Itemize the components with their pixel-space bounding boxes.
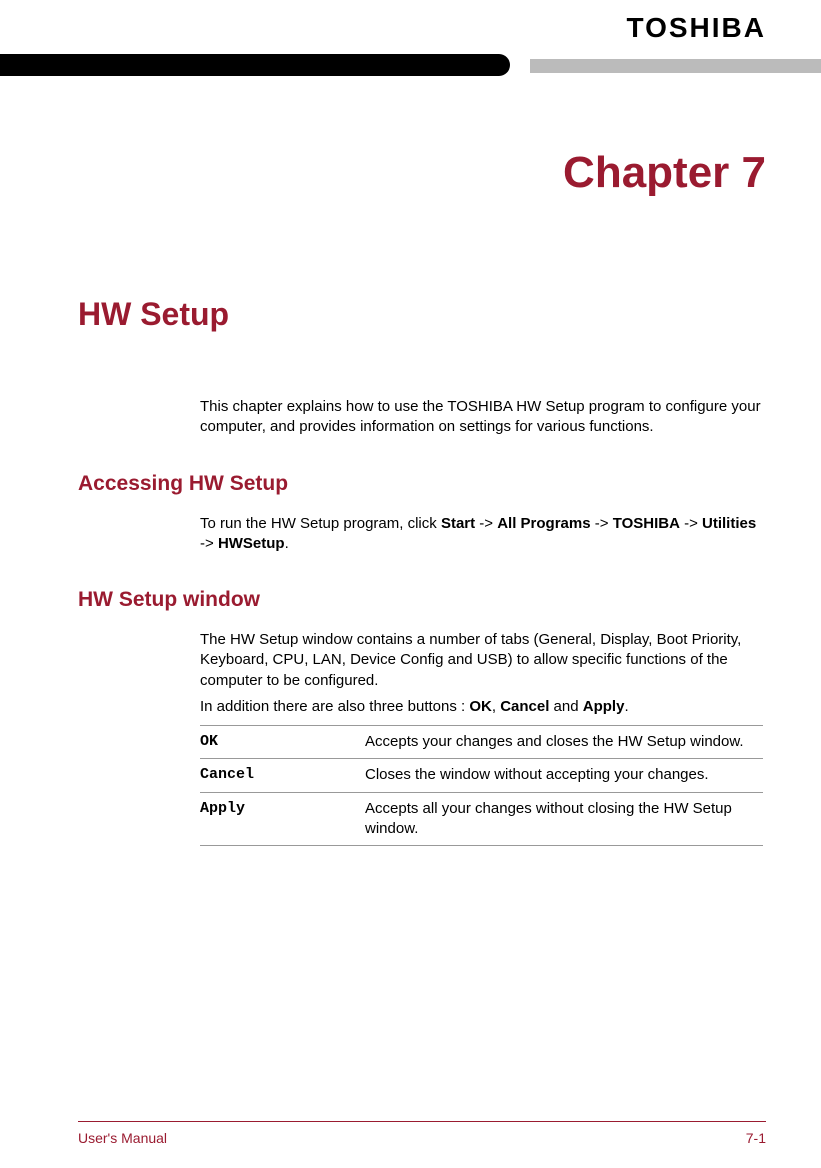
arrow-sep: ->	[680, 515, 702, 532]
section-heading-window: HW Setup window	[78, 588, 821, 612]
period: .	[285, 535, 289, 552]
button-description-table: OK Accepts your changes and closes the H…	[200, 725, 763, 846]
text-fragment: .	[624, 698, 628, 715]
nav-hwsetup: HWSetup	[218, 535, 285, 552]
page-header: TOSHIBA	[0, 0, 821, 90]
button-name-cancel: Cancel	[500, 698, 549, 715]
window-paragraph-2: In addition there are also three buttons…	[200, 697, 763, 717]
chapter-title: Chapter 7	[0, 148, 821, 198]
button-label: Cancel	[200, 759, 365, 792]
text-fragment: and	[549, 698, 582, 715]
nav-all-programs: All Programs	[497, 515, 590, 532]
intro-content: This chapter explains how to use the TOS…	[200, 397, 763, 438]
nav-start: Start	[441, 515, 475, 532]
brand-logo: TOSHIBA	[627, 12, 767, 44]
button-description: Accepts your changes and closes the HW S…	[365, 726, 763, 759]
button-description: Accepts all your changes without closing…	[365, 792, 763, 846]
accessing-content: To run the HW Setup program, click Start…	[200, 514, 763, 555]
table-row: Cancel Closes the window without accepti…	[200, 759, 763, 792]
text-fragment: In addition there are also three buttons…	[200, 698, 469, 715]
intro-paragraph: This chapter explains how to use the TOS…	[200, 397, 763, 438]
button-label: Apply	[200, 792, 365, 846]
window-paragraph-1: The HW Setup window contains a number of…	[200, 630, 763, 691]
arrow-sep: ->	[475, 515, 497, 532]
button-label: OK	[200, 726, 365, 759]
window-content: The HW Setup window contains a number of…	[200, 630, 763, 846]
section-heading-accessing: Accessing HW Setup	[78, 472, 821, 496]
footer-left: User's Manual	[78, 1130, 167, 1146]
footer-right: 7-1	[746, 1130, 766, 1146]
footer-rule	[78, 1121, 766, 1122]
button-name-ok: OK	[469, 698, 492, 715]
header-bar-black	[0, 54, 510, 76]
arrow-sep: ->	[591, 515, 613, 532]
page-title: HW Setup	[78, 296, 821, 333]
header-bar-gray	[530, 59, 821, 73]
table-row: Apply Accepts all your changes without c…	[200, 792, 763, 846]
arrow-sep: ->	[200, 535, 218, 552]
page-footer: User's Manual 7-1	[78, 1130, 766, 1146]
text-fragment: To run the HW Setup program, click	[200, 515, 441, 532]
nav-toshiba: TOSHIBA	[613, 515, 680, 532]
table-row: OK Accepts your changes and closes the H…	[200, 726, 763, 759]
button-name-apply: Apply	[583, 698, 625, 715]
nav-utilities: Utilities	[702, 515, 756, 532]
button-description: Closes the window without accepting your…	[365, 759, 763, 792]
text-fragment: ,	[492, 698, 500, 715]
accessing-paragraph: To run the HW Setup program, click Start…	[200, 514, 763, 555]
